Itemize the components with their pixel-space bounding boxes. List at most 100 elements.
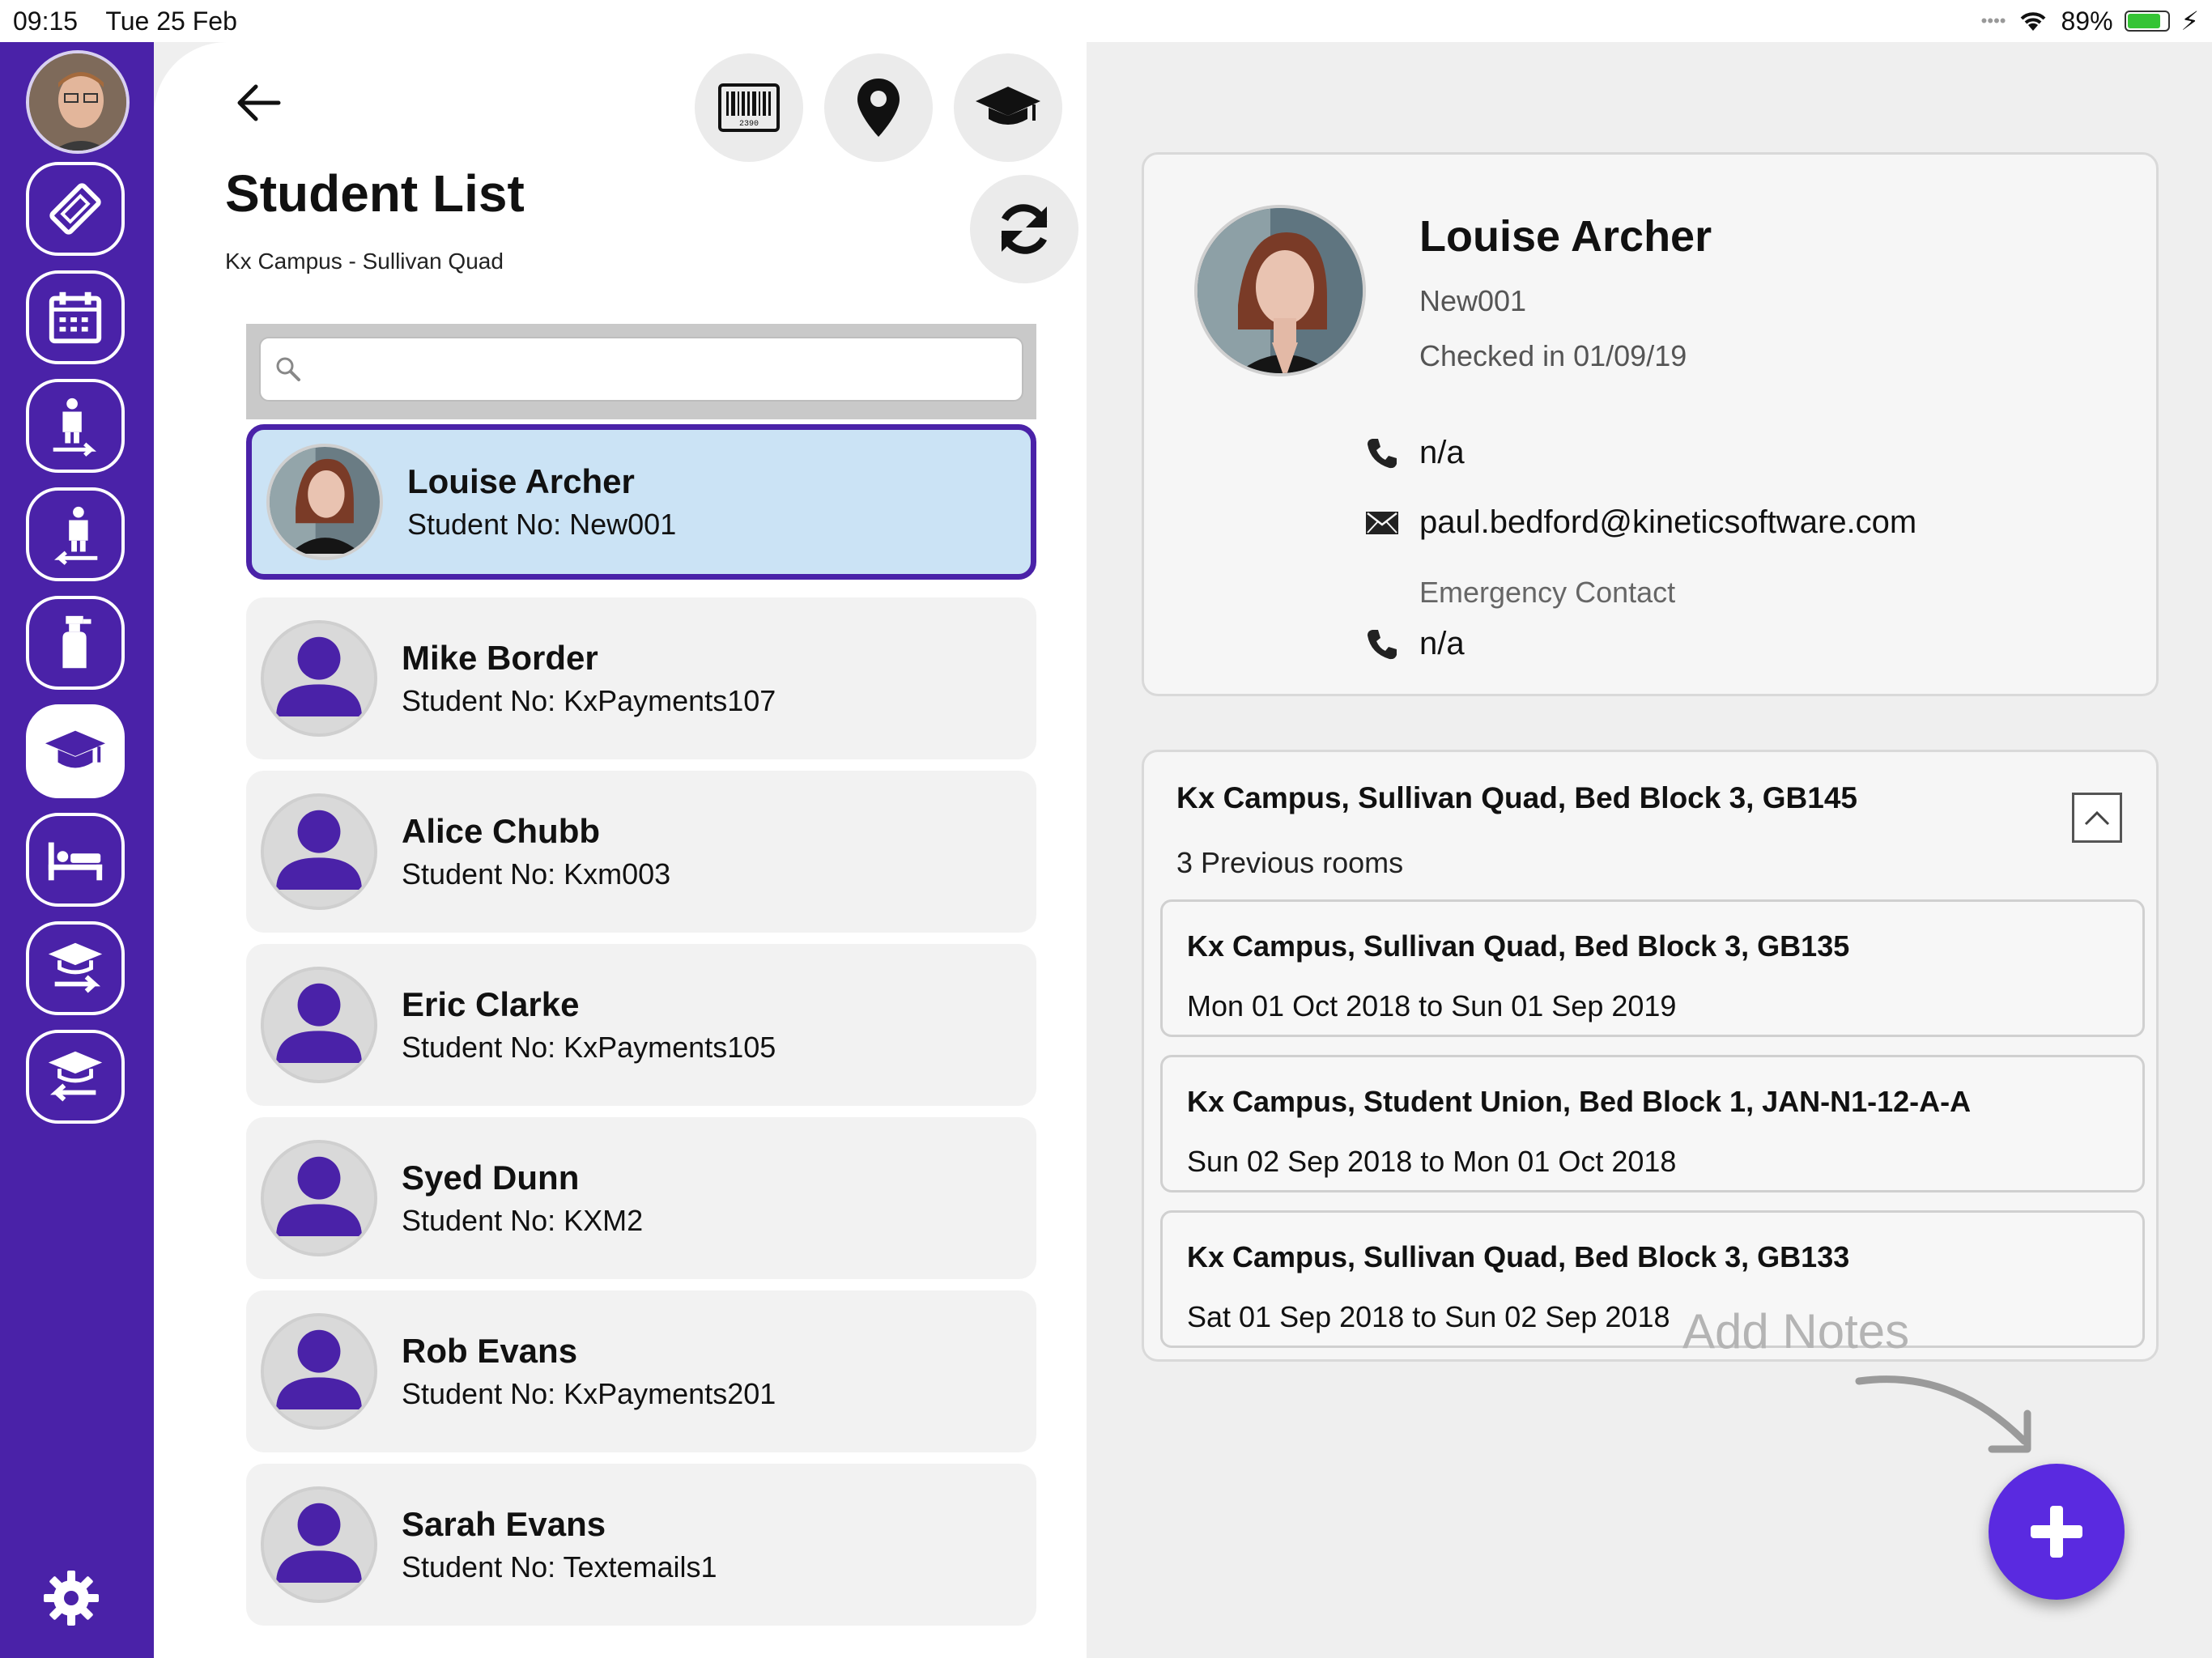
email-value: paul.bedford@kineticsoftware.com: [1419, 504, 1917, 540]
student-number: Student No: KxPayments105: [402, 1031, 776, 1064]
previous-room-item: Kx Campus, Sullivan Quad, Bed Block 3, G…: [1160, 1210, 2145, 1348]
collapse-rooms-button[interactable]: [2072, 793, 2122, 843]
student-row[interactable]: Louise Archer Student No: New001: [246, 424, 1036, 580]
user-avatar[interactable]: [26, 50, 130, 154]
search-box: [259, 337, 1023, 402]
location-button[interactable]: [824, 53, 933, 162]
barcode-scan-button[interactable]: 2390: [695, 53, 803, 162]
default-avatar-icon: [261, 967, 377, 1083]
check-out-icon: [54, 506, 98, 565]
sidebar: [0, 42, 154, 1658]
charging-icon: ⚡: [2180, 6, 2199, 36]
student-number: Student No: New001: [407, 508, 677, 541]
back-arrow-icon[interactable]: [235, 79, 283, 127]
page-subtitle: Kx Campus - Sullivan Quad: [225, 249, 504, 274]
room-dates: Sun 02 Sep 2018 to Mon 01 Oct 2018: [1187, 1145, 1677, 1178]
rail-item-calendar[interactable]: [26, 270, 125, 364]
student-row[interactable]: Syed Dunn Student No: KXM2: [246, 1117, 1036, 1279]
student-number: Student No: KXM2: [402, 1204, 644, 1237]
calendar-icon: [49, 291, 102, 344]
room-dates: Mon 01 Oct 2018 to Sun 01 Sep 2019: [1187, 989, 1677, 1022]
student-id: New001: [1419, 284, 1527, 317]
refresh-icon: [1001, 204, 1048, 254]
search-input[interactable]: [314, 354, 1022, 385]
student-arrival-icon: [48, 942, 103, 993]
emergency-phone-row[interactable]: n/a: [1364, 626, 1465, 662]
previous-room-item: Kx Campus, Sullivan Quad, Bed Block 3, G…: [1160, 899, 2145, 1037]
status-time: 09:15: [13, 6, 79, 36]
rail-item-student-departures[interactable]: [26, 1030, 125, 1124]
rail-item-tickets[interactable]: [26, 162, 125, 256]
phone-icon: [1368, 629, 1397, 659]
student-list: Louise Archer Student No: New001 Mike Bord…: [246, 424, 1036, 1637]
status-bar: 09:15 Tue 25 Feb •••• 89% ⚡: [0, 0, 2212, 42]
check-in-icon: [53, 397, 96, 457]
rail-item-check-in[interactable]: [26, 379, 125, 473]
add-note-button[interactable]: [1989, 1464, 2125, 1600]
student-number: Student No: KxPayments107: [402, 684, 776, 717]
rail-item-rooms[interactable]: [26, 813, 125, 907]
page-title: Student List: [225, 164, 525, 223]
default-avatar-icon: [261, 1140, 377, 1256]
location-pin-icon: [857, 79, 900, 137]
svg-text:2390: 2390: [739, 120, 759, 129]
student-avatar: [266, 444, 383, 560]
search-icon: [276, 357, 300, 381]
student-photo: [1194, 205, 1366, 376]
student-row[interactable]: Alice Chubb Student No: Kxm003: [246, 771, 1036, 933]
student-name: Rob Evans: [402, 1332, 578, 1370]
wifi-icon: [2021, 12, 2046, 31]
student-name: Alice Chubb: [402, 812, 601, 850]
default-avatar-icon: [261, 1486, 377, 1603]
rail-item-students[interactable]: [26, 704, 125, 798]
student-name: Syed Dunn: [402, 1158, 580, 1197]
student-name: Sarah Evans: [402, 1505, 606, 1543]
barcode-icon: 2390: [718, 83, 780, 132]
bed-icon: [48, 842, 103, 881]
emergency-contact-label: Emergency Contact: [1419, 576, 1676, 609]
room-name: Kx Campus, Sullivan Quad, Bed Block 3, G…: [1187, 929, 1850, 963]
phone-value: n/a: [1419, 435, 1465, 470]
battery-percent: 89%: [2061, 6, 2113, 36]
graduation-cap-icon: [45, 730, 106, 768]
student-row[interactable]: Sarah Evans Student No: Textemails1: [246, 1464, 1036, 1626]
student-name: Mike Border: [402, 639, 598, 677]
student-detail-card: Louise Archer New001 Checked in 01/09/19…: [1142, 152, 2159, 696]
student-row[interactable]: Mike Border Student No: KxPayments107: [246, 597, 1036, 759]
student-name: Eric Clarke: [402, 985, 580, 1023]
chevron-up-icon: [2084, 810, 2110, 826]
default-avatar-icon: [261, 793, 377, 910]
status-date: Tue 25 Feb: [105, 6, 237, 36]
previous-room-item: Kx Campus, Student Union, Bed Block 1, J…: [1160, 1055, 2145, 1192]
cleaning-spray-icon: [62, 615, 91, 669]
checked-in-date: Checked in 01/09/19: [1419, 339, 1687, 372]
student-name: Louise Archer: [407, 462, 635, 500]
rail-item-check-out[interactable]: [26, 487, 125, 581]
room-dates: Sat 01 Sep 2018 to Sun 02 Sep 2018: [1187, 1300, 1670, 1333]
email-row[interactable]: paul.bedford@kineticsoftware.com: [1364, 504, 1916, 541]
phone-row[interactable]: n/a: [1364, 435, 1465, 471]
rooms-card: Kx Campus, Sullivan Quad, Bed Block 3, G…: [1142, 750, 2159, 1362]
rail-item-student-arrivals[interactable]: [26, 921, 125, 1015]
refresh-button[interactable]: [970, 175, 1078, 283]
student-number: Student No: Textemails1: [402, 1550, 717, 1584]
plus-icon: [2031, 1506, 2082, 1558]
signal-dots-icon: ••••: [1980, 11, 2006, 31]
default-avatar-icon: [261, 1313, 377, 1430]
students-filter-button[interactable]: [954, 53, 1062, 162]
hint-arrow-icon: [1855, 1375, 2031, 1453]
email-icon: [1366, 511, 1398, 534]
rail-item-housekeeping[interactable]: [26, 596, 125, 690]
student-departure-icon: [48, 1051, 103, 1102]
student-row[interactable]: Rob Evans Student No: KxPayments201: [246, 1290, 1036, 1452]
previous-rooms-count: 3 Previous rooms: [1176, 846, 1404, 879]
room-name: Kx Campus, Sullivan Quad, Bed Block 3, G…: [1187, 1240, 1850, 1273]
current-room: Kx Campus, Sullivan Quad, Bed Block 3, G…: [1176, 781, 1857, 814]
default-avatar-icon: [261, 620, 377, 737]
gear-icon[interactable]: [42, 1569, 100, 1627]
student-row[interactable]: Eric Clarke Student No: KxPayments105: [246, 944, 1036, 1106]
graduation-cap-icon: [976, 87, 1040, 125]
add-notes-hint: Add Notes: [1682, 1304, 1910, 1358]
student-number: Student No: KxPayments201: [402, 1377, 776, 1410]
room-name: Kx Campus, Student Union, Bed Block 1, J…: [1187, 1085, 1972, 1118]
